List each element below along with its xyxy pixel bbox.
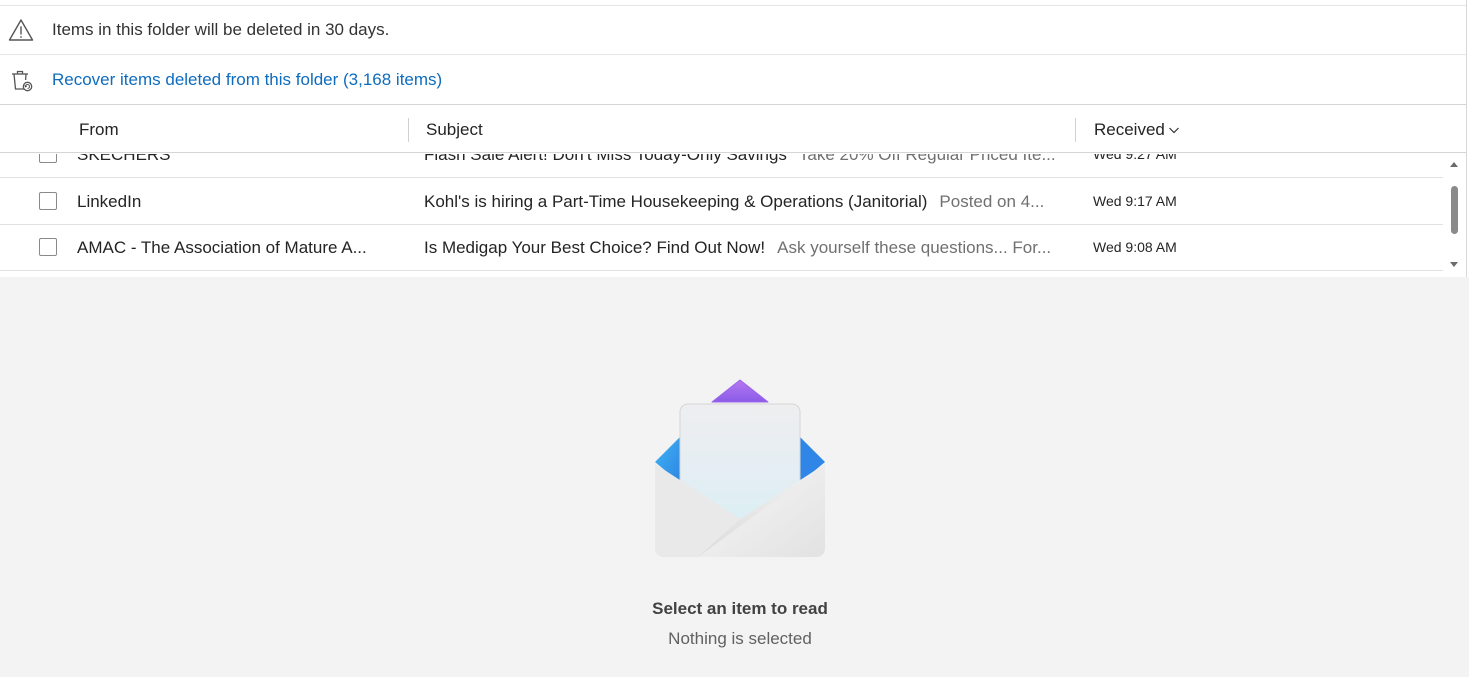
message-checkbox[interactable]	[39, 192, 57, 210]
deletion-warning-banner: Items in this folder will be deleted in …	[0, 6, 1466, 55]
message-preview: Posted on 4...	[939, 192, 1045, 211]
message-row[interactable]: LinkedIn Kohl's is hiring a Part-Time Ho…	[0, 179, 1443, 225]
open-envelope-illustration-icon	[650, 377, 830, 562]
message-subject-line: Is Medigap Your Best Choice? Find Out No…	[424, 225, 1060, 270]
warning-text: Items in this folder will be deleted in …	[52, 20, 390, 39]
message-list-scrollbar[interactable]	[1443, 154, 1466, 271]
recover-deleted-items-link[interactable]: Recover items deleted from this folder (…	[52, 70, 442, 90]
message-checkbox[interactable]	[39, 238, 57, 256]
reading-pane: Select an item to read Nothing is select…	[0, 277, 1469, 677]
message-date: Wed 9:17 AM	[1093, 193, 1177, 209]
message-sender: LinkedIn	[77, 192, 142, 211]
message-preview: Take 20% Off Regular Priced Ite...	[798, 154, 1056, 164]
column-subject-label: Subject	[426, 120, 483, 139]
chevron-down-icon	[1168, 126, 1180, 134]
column-received-label: Received	[1094, 120, 1165, 139]
message-subject-line: Kohl's is hiring a Part-Time Housekeepin…	[424, 179, 1060, 224]
message-date: Wed 9:27 AM	[1093, 154, 1177, 162]
empty-state-title: Select an item to read	[652, 599, 828, 618]
message-date: Wed 9:08 AM	[1093, 239, 1177, 255]
scroll-up-arrow-icon[interactable]	[1450, 162, 1458, 167]
message-subject: Flash Sale Alert! Don't Miss Today-Only …	[424, 154, 787, 164]
message-subject: Is Medigap Your Best Choice? Find Out No…	[424, 238, 766, 257]
column-header-subject[interactable]: Subject	[426, 107, 483, 153]
empty-state-subtitle: Nothing is selected	[668, 629, 812, 648]
pane-divider	[1466, 0, 1467, 277]
column-from-label: From	[79, 120, 119, 139]
column-divider[interactable]	[408, 118, 409, 142]
scroll-down-arrow-icon[interactable]	[1450, 262, 1458, 267]
message-sender: SKECHERS	[77, 154, 171, 164]
message-list: SKECHERS Flash Sale Alert! Don't Miss To…	[0, 154, 1443, 271]
column-header-received[interactable]: Received	[1094, 107, 1180, 153]
column-divider[interactable]	[1075, 118, 1076, 142]
message-subject: Kohl's is hiring a Part-Time Housekeepin…	[424, 192, 928, 211]
mail-app: Items in this folder will be deleted in …	[0, 0, 1469, 677]
recycle-bin-restore-icon	[8, 67, 34, 93]
message-row[interactable]: AMAC - The Association of Mature A... Is…	[0, 225, 1443, 271]
message-subject-line: Flash Sale Alert! Don't Miss Today-Only …	[424, 154, 1060, 177]
recover-banner: Recover items deleted from this folder (…	[0, 56, 1466, 105]
warning-icon	[8, 17, 34, 43]
message-sender: AMAC - The Association of Mature A...	[77, 238, 367, 257]
message-checkbox[interactable]	[39, 154, 57, 163]
message-row[interactable]: SKECHERS Flash Sale Alert! Don't Miss To…	[0, 154, 1443, 178]
scrollbar-thumb[interactable]	[1451, 186, 1458, 234]
message-preview: Ask yourself these questions... For...	[777, 238, 1052, 257]
message-list-header: From Subject Received	[0, 107, 1466, 153]
column-header-from[interactable]: From	[79, 107, 119, 153]
